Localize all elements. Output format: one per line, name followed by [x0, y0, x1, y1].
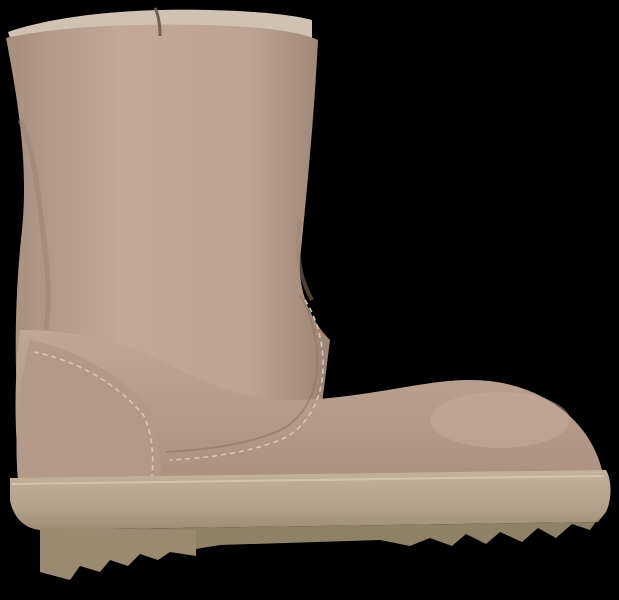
boot-illustration [6, 7, 611, 580]
product-image-stage [0, 0, 619, 600]
heel-block [40, 528, 196, 580]
toe-highlight [430, 392, 570, 448]
